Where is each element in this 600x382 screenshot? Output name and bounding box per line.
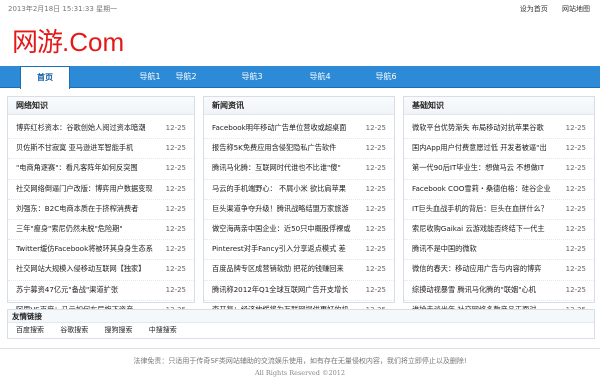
news-item[interactable]: 腾讯称2012年Q1全球互联网广告开支增长 12-25: [204, 281, 394, 301]
news-item[interactable]: IT巨头血战手机的背后：巨头在血拼什么？ 12-25: [404, 200, 594, 220]
news-item[interactable]: 三年"瘦身"索尼仍然未脱"危险期" 12-25: [8, 220, 194, 241]
news-item[interactable]: 社交网络倒逼门户改版：博弈用户数据变现 12-25: [8, 180, 194, 200]
footer-disclaimer: 法律免责：只适用于传奇SF类网站辅助的交流娱乐使用，如有存在无量侵权内容，我们将…: [133, 357, 467, 365]
nav-item-3[interactable]: 导航3: [232, 66, 272, 88]
news-item[interactable]: 苏宁募资47亿元"备战"渠道扩张 12-25: [8, 281, 194, 301]
news-item[interactable]: 做空海两亲中国企业：近50只中概股俘裸或 12-25: [204, 220, 394, 241]
column-basic-knowledge: 基础知识 微软平台优势渐失 布局移动对抗苹果谷歌 12-25 国内App用户付费意…: [403, 96, 595, 321]
friend-links: 百度搜索 谷歌搜索 搜狗搜索 中搜搜索: [16, 325, 191, 335]
column-network-knowledge: 网络知识 博弈红杉资本：谷歌创始人阅过资本暗潮 12-25 贝佐斯不甘寂寞 亚马逊…: [7, 96, 195, 321]
friend-link-sogou[interactable]: 搜狗搜索: [104, 326, 132, 334]
footer: 法律免责：只适用于传奇SF类网站辅助的交流娱乐使用，如有存在无量侵权内容，我们将…: [0, 348, 600, 377]
main-nav: 首页 导航1 导航2 导航3 导航4 导航6: [0, 66, 600, 89]
news-list: 博弈红杉资本：谷歌创始人阅过资本暗潮 12-25 贝佐斯不甘寂寞 亚马逊进军智能手…: [8, 119, 194, 321]
news-item[interactable]: 贝佐斯不甘寂寞 亚马逊进军智能手机 12-25: [8, 139, 194, 160]
column-title: 新闻资讯: [204, 97, 394, 115]
news-item[interactable]: 社交网站大规模入侵移动互联网【独家】 12-25: [8, 260, 194, 281]
current-date: 2013年2月18日 15:31:33 星期一: [8, 5, 118, 13]
column-title: 网络知识: [8, 97, 194, 115]
nav-item-6[interactable]: 导航6: [366, 66, 406, 88]
news-item[interactable]: 百度品牌专区成营销软肋 把花的钱赚回来 12-25: [204, 260, 394, 281]
nav-item-4[interactable]: 导航4: [300, 66, 340, 88]
footer-copyright: All Rights Reserved ©2012: [254, 369, 346, 377]
friend-link-zhongsou[interactable]: 中搜搜索: [149, 326, 177, 334]
top-bar: 2013年2月18日 15:31:33 星期一 设为首页 网站地图: [0, 0, 600, 17]
news-item[interactable]: Pinterest对手Fancy引入分享返点模式 差 12-25: [204, 240, 394, 261]
column-title: 基础知识: [404, 97, 594, 115]
news-item[interactable]: 腾讯不是中国的微软 12-25: [404, 240, 594, 261]
logo-cn-text: 网游: [12, 28, 63, 58]
news-item[interactable]: 微信的春天：移动应用广告与内容的博弈 12-25: [404, 260, 594, 281]
news-list: 微软平台优势渐失 布局移动对抗苹果谷歌 12-25 国内App用户付费意愿过低 开…: [404, 119, 594, 321]
friend-link-baidu[interactable]: 百度搜索: [16, 326, 44, 334]
news-item[interactable]: 国内App用户付费意愿过低 开发者被逼"出 12-25: [404, 139, 594, 160]
news-item[interactable]: 报告称5K免费应用含侵犯隐私广告软件 12-25: [204, 139, 394, 160]
news-item[interactable]: 博弈红杉资本：谷歌创始人阅过资本暗潮 12-25: [8, 119, 194, 140]
nav-item-2[interactable]: 导航2: [166, 66, 206, 88]
top-links: 设为首页 网站地图: [508, 4, 590, 14]
column-news: 新闻资讯 Facebook明年移动广告单位营收或超桌面 12-25 报告称5K免费…: [203, 96, 395, 321]
news-item[interactable]: 微软平台优势渐失 布局移动对抗苹果谷歌 12-25: [404, 119, 594, 140]
friend-links-title: 友情链接: [8, 310, 594, 323]
logo-en-text: .Com: [62, 27, 125, 57]
news-item[interactable]: 第一代90后IT毕业生：想做马云 不想做IT 12-25: [404, 159, 594, 180]
site-logo[interactable]: 网游 .Com: [12, 22, 124, 58]
news-item[interactable]: 综摸动视暴雪 腾讯马化腾的"联姻"心机 12-25: [404, 281, 594, 301]
news-item[interactable]: Facebook COO雪莉・桑德伯格：硅谷企业 12-25: [404, 180, 594, 200]
sitemap-link[interactable]: 网站地图: [562, 5, 590, 13]
news-item[interactable]: "电商角逐赛"：看凡客阵年如何反突围 12-25: [8, 159, 194, 180]
set-homepage-link[interactable]: 设为首页: [520, 5, 548, 13]
news-item[interactable]: 巨头渠道争夺升级！腾讯战略结盟万家旅游 12-25: [204, 200, 394, 220]
news-item[interactable]: 刘强东：B2C电商本质在于挤榨消费者 12-25: [8, 200, 194, 220]
news-item[interactable]: 索尼收购Gaikai 云游戏能否终结下一代主 12-25: [404, 220, 594, 241]
friend-link-google[interactable]: 谷歌搜索: [60, 326, 88, 334]
news-item[interactable]: Twitter缓仿Facebook将被环其身身生态系 12-25: [8, 240, 194, 261]
friend-links-box: 友情链接 百度搜索 谷歌搜索 搜狗搜索 中搜搜索: [7, 309, 595, 339]
news-item[interactable]: 马云的手机端野心： 不屑小米 欲比肩苹果 12-25: [204, 180, 394, 200]
news-item[interactable]: 腾讯马化腾：互联网时代谁也不比谁"傻" 12-25: [204, 159, 394, 180]
news-list: Facebook明年移动广告单位营收或超桌面 12-25 报告称5K免费应用含侵犯…: [204, 119, 394, 321]
nav-item-1[interactable]: 导航1: [130, 66, 170, 88]
news-item[interactable]: Facebook明年移动广告单位营收或超桌面 12-25: [204, 119, 394, 140]
nav-home[interactable]: 首页: [20, 66, 70, 89]
